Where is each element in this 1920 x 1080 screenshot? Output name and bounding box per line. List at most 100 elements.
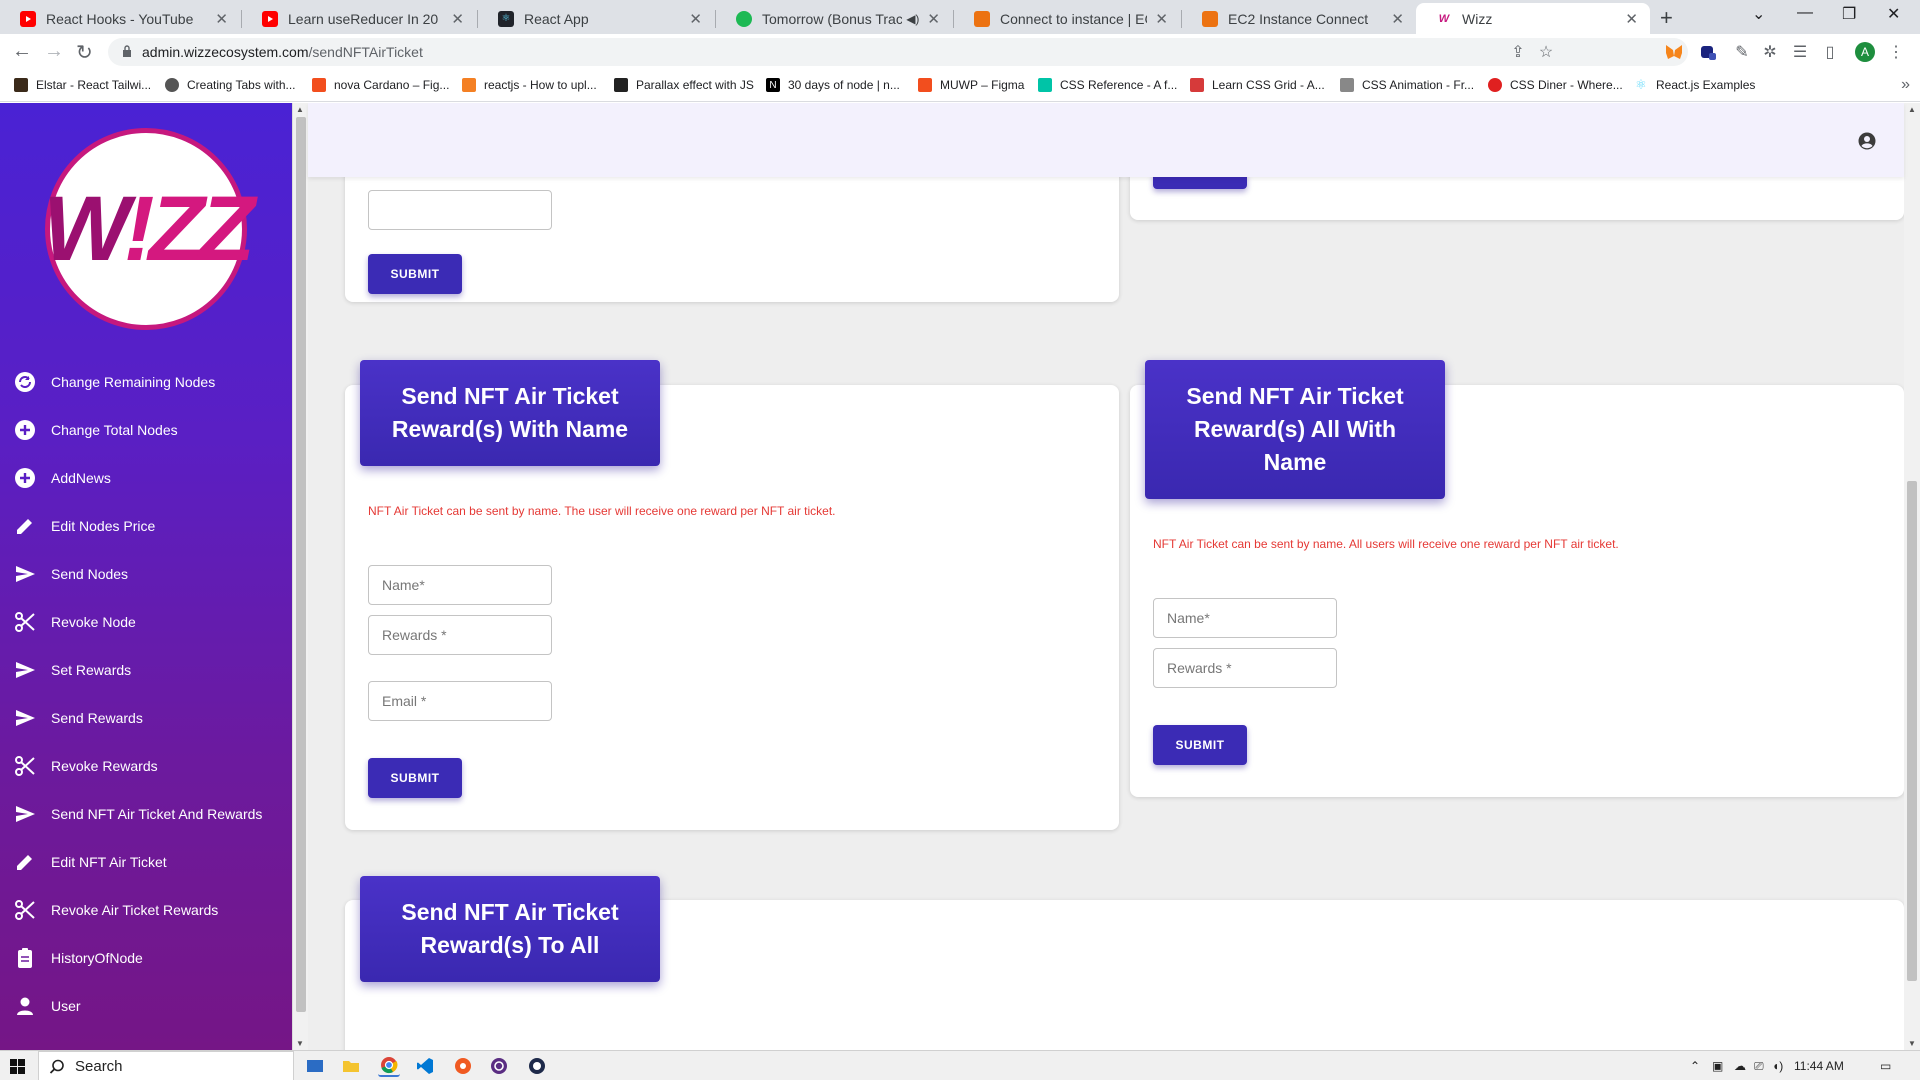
volume-icon[interactable]: ◖) (1772, 1059, 1783, 1073)
task-view-icon[interactable] (304, 1055, 326, 1077)
network-icon[interactable]: ⎚ (1754, 1059, 1764, 1074)
back-arrow-icon[interactable]: ← (12, 40, 32, 63)
close-icon[interactable]: ✕ (927, 10, 940, 28)
sidebar-item-user[interactable]: User (0, 986, 292, 1026)
sidebar-item-send-nft-air-ticket-and-rewards[interactable]: Send NFT Air Ticket And Rewards (0, 794, 292, 834)
browser-tab[interactable]: Learn useReducer In 20 Minutes ✕ (242, 3, 476, 34)
tab-search-icon[interactable]: ⌄ (1752, 4, 1765, 24)
extension-badge-icon[interactable] (1698, 42, 1718, 62)
file-explorer-icon[interactable] (340, 1055, 362, 1077)
scroll-down-arrow-icon[interactable]: ▼ (1908, 1039, 1916, 1048)
scissors-icon (13, 610, 37, 634)
browser-tab[interactable]: React Hooks - YouTube ✕ (0, 3, 240, 34)
close-icon[interactable]: ✕ (1391, 10, 1404, 28)
minimize-button[interactable]: — (1797, 4, 1813, 22)
new-tab-button[interactable]: + (1660, 5, 1673, 31)
sidebar-item-send-rewards[interactable]: Send Rewards (0, 698, 292, 738)
bookmark-item[interactable]: Learn CSS Grid - A... (1190, 78, 1325, 92)
notification-center-icon[interactable]: ▭ (1880, 1059, 1891, 1073)
bookmark-item[interactable]: CSS Diner - Where... (1488, 78, 1623, 92)
close-icon[interactable]: ✕ (1155, 10, 1168, 28)
close-icon[interactable]: ✕ (689, 10, 702, 28)
close-icon[interactable]: ✕ (451, 10, 464, 28)
page-scrollbar-thumb[interactable] (1907, 481, 1917, 981)
bookmark-item[interactable]: CSS Animation - Fr... (1340, 78, 1474, 92)
browser-tab-active[interactable]: W Wizz ✕ (1416, 3, 1650, 34)
side-panel-icon[interactable]: ▯ (1820, 42, 1840, 62)
browser-tab[interactable]: EC2 Instance Connect ✕ (1182, 3, 1416, 34)
bookmark-item[interactable]: ⚛ React.js Examples (1634, 77, 1755, 92)
address-bar[interactable]: admin.wizzecosystem.com/sendNFTAirTicket… (108, 38, 1688, 66)
metamask-icon[interactable] (1664, 42, 1684, 62)
name-input[interactable] (1153, 598, 1337, 638)
bookmark-item[interactable]: nova Cardano – Fig... (312, 78, 449, 92)
bookmarks-overflow-icon[interactable]: » (1901, 76, 1910, 94)
sidebar-scrollbar-thumb[interactable] (296, 117, 306, 1012)
page-scrollbar[interactable]: ▲ ▼ (1904, 103, 1920, 1050)
bookmark-item[interactable]: MUWP – Figma (918, 78, 1024, 92)
reload-icon[interactable]: ↻ (76, 40, 93, 65)
puzzle-icon[interactable]: ✲ (1760, 42, 1780, 62)
pencil-icon (13, 850, 37, 874)
bookmark-item[interactable]: Parallax effect with JS (614, 78, 754, 92)
bookmark-item[interactable]: Elstar - React Tailwi... (14, 78, 151, 92)
sidebar-item-partial[interactable] (0, 1034, 292, 1050)
forward-arrow-icon[interactable]: → (44, 40, 64, 63)
taskbar-search[interactable]: Search (38, 1051, 294, 1080)
sidebar-item-change-remaining-nodes[interactable]: Change Remaining Nodes (0, 362, 292, 402)
chrome-taskbar-icon[interactable] (378, 1055, 400, 1077)
tray-app-icon[interactable]: ▣ (1712, 1059, 1723, 1073)
bookmark-item[interactable]: Creating Tabs with... (165, 78, 296, 92)
browser-tab[interactable]: ⚛ React App ✕ (478, 3, 714, 34)
sidebar-item-change-total-nodes[interactable]: Change Total Nodes (0, 410, 292, 450)
sidebar-item-history-of-node[interactable]: HistoryOfNode (0, 938, 292, 978)
sidebar-item-edit-nft-air-ticket[interactable]: Edit NFT Air Ticket (0, 842, 292, 882)
close-icon[interactable]: ✕ (1625, 10, 1638, 28)
person-icon (13, 994, 37, 1018)
bookmark-item[interactable]: CSS Reference - A f... (1038, 78, 1177, 92)
star-icon[interactable]: ☆ (1536, 42, 1556, 62)
app-icon-purple[interactable] (488, 1055, 510, 1077)
scroll-down-arrow-icon[interactable]: ▼ (296, 1039, 304, 1048)
app-icon-dark[interactable] (526, 1055, 548, 1077)
sidebar-item-revoke-rewards[interactable]: Revoke Rewards (0, 746, 292, 786)
browser-tab[interactable]: Tomorrow (Bonus Track) • C ◀) ✕ (716, 3, 952, 34)
share-icon[interactable]: ⇪ (1508, 42, 1528, 62)
speaker-mute-icon[interactable]: ◀) (906, 12, 919, 26)
close-icon[interactable]: ✕ (215, 10, 228, 28)
window-close-button[interactable]: ✕ (1887, 4, 1900, 24)
rewards-input[interactable] (1153, 648, 1337, 688)
profile-avatar[interactable]: A (1855, 42, 1875, 62)
scroll-up-arrow-icon[interactable]: ▲ (1908, 105, 1916, 114)
bookmark-item[interactable]: reactjs - How to upl... (462, 78, 597, 92)
taskbar-clock[interactable]: 11:44 AM (1794, 1059, 1844, 1073)
onedrive-icon[interactable]: ☁ (1734, 1059, 1746, 1073)
browser-tab[interactable]: Connect to instance | EC2 Mana ✕ (954, 3, 1180, 34)
chrome-menu-icon[interactable]: ⋮ (1886, 42, 1906, 62)
submit-button[interactable]: SUBMIT (368, 758, 462, 798)
rewards-input[interactable] (368, 615, 552, 655)
scroll-up-arrow-icon[interactable]: ▲ (296, 105, 304, 114)
account-circle-icon[interactable] (1858, 132, 1876, 150)
sidebar-item-addnews[interactable]: AddNews (0, 458, 292, 498)
vscode-icon[interactable] (414, 1055, 436, 1077)
sidebar-item-set-rewards[interactable]: Set Rewards (0, 650, 292, 690)
email-input[interactable] (368, 681, 552, 721)
name-input[interactable] (368, 565, 552, 605)
submit-button[interactable]: SUBMIT (368, 254, 462, 294)
eyedropper-icon[interactable]: ✎ (1732, 42, 1752, 62)
sidebar-item-revoke-air-ticket-rewards[interactable]: Revoke Air Ticket Rewards (0, 890, 292, 930)
input-field-partial[interactable] (368, 190, 552, 230)
sidebar-item-revoke-node[interactable]: Revoke Node (0, 602, 292, 642)
windows-start-icon[interactable] (10, 1059, 25, 1074)
tray-chevron-icon[interactable]: ⌃ (1690, 1059, 1700, 1073)
app-icon-orange[interactable] (452, 1055, 474, 1077)
reading-list-icon[interactable]: ☰ (1790, 42, 1810, 62)
wizz-logo[interactable]: W!ZZ (43, 128, 255, 330)
sidebar-item-edit-nodes-price[interactable]: Edit Nodes Price (0, 506, 292, 546)
submit-button[interactable]: SUBMIT (1153, 725, 1247, 765)
restore-button[interactable]: ❐ (1842, 4, 1856, 24)
sidebar-scrollbar[interactable]: ▲ ▼ (292, 103, 308, 1050)
sidebar-item-send-nodes[interactable]: Send Nodes (0, 554, 292, 594)
bookmark-item[interactable]: N 30 days of node | n... (766, 78, 900, 92)
